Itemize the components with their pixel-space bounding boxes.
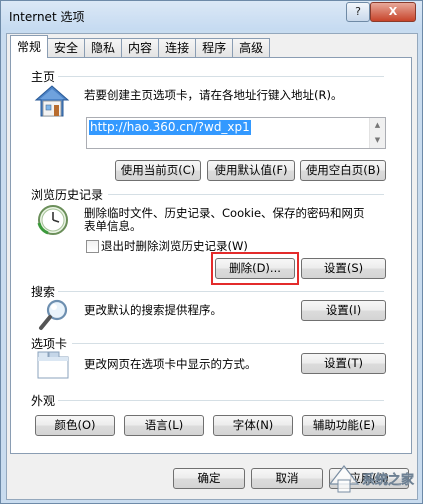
scroll-down-icon[interactable]: ▼: [370, 133, 385, 148]
magnifier-icon: [39, 299, 68, 330]
watermark-text: 系统之家: [362, 472, 415, 488]
close-button[interactable]: X: [370, 2, 416, 22]
appearance-section-label: 外观: [31, 394, 56, 408]
home-url-input[interactable]: http://hao.360.cn/?wd_xp1 ▲ ▼: [86, 117, 386, 149]
help-button[interactable]: ?: [346, 2, 370, 22]
tab-security[interactable]: 安全: [47, 38, 86, 58]
home-url-text: http://hao.360.cn/?wd_xp1: [89, 120, 251, 135]
accessibility-button[interactable]: 辅助功能(E): [302, 415, 386, 436]
fonts-button[interactable]: 字体(N): [213, 415, 293, 436]
scroll-up-icon[interactable]: ▲: [370, 118, 385, 133]
home-divider: [58, 76, 384, 77]
appearance-divider: [58, 400, 384, 401]
ok-button[interactable]: 确定: [173, 468, 245, 489]
tab-advanced[interactable]: 高级: [232, 38, 271, 58]
tab-programs[interactable]: 程序: [195, 38, 234, 58]
history-section-label: 浏览历史记录: [31, 188, 104, 202]
tabs-divider: [72, 343, 384, 344]
history-description-line2: 表单信息。: [84, 219, 142, 233]
languages-button[interactable]: 语言(L): [124, 415, 204, 436]
home-description: 若要创建主页选项卡，请在各地址行键入地址(R)。: [84, 88, 343, 102]
use-blank-button[interactable]: 使用空白页(B): [300, 160, 386, 181]
highlight-box: [211, 252, 299, 285]
history-divider: [108, 194, 384, 195]
history-settings-button[interactable]: 设置(S): [301, 258, 386, 279]
delete-on-exit-checkbox[interactable]: [86, 240, 99, 253]
history-description-line1: 删除临时文件、历史记录、Cookie、保存的密码和网页: [84, 206, 365, 220]
delete-on-exit-label[interactable]: 退出时删除浏览历史记录(W): [101, 239, 248, 253]
search-divider: [58, 291, 384, 292]
use-current-button[interactable]: 使用当前页(C): [115, 160, 201, 181]
house-icon: [34, 85, 70, 117]
tab-connections[interactable]: 连接: [158, 38, 197, 58]
cancel-button[interactable]: 取消: [251, 468, 323, 489]
window-title: Internet 选项: [9, 10, 85, 24]
title-bar: Internet 选项 ? X: [1, 1, 422, 31]
tabs-settings-button[interactable]: 设置(T): [301, 353, 386, 374]
home-section-label: 主页: [31, 70, 56, 84]
url-scrollbar[interactable]: ▲ ▼: [369, 118, 385, 148]
tab-content[interactable]: 内容: [121, 38, 160, 58]
colors-button[interactable]: 颜色(O): [35, 415, 115, 436]
tab-privacy[interactable]: 隐私: [84, 38, 123, 58]
tabbed-window-icon: [37, 351, 69, 379]
history-clock-icon: [37, 205, 68, 235]
tabs-description: 更改网页在选项卡中显示的方式。: [84, 357, 257, 371]
search-settings-button[interactable]: 设置(I): [301, 300, 386, 321]
tab-general[interactable]: 常规: [10, 35, 49, 58]
search-description: 更改默认的搜索提供程序。: [84, 303, 222, 317]
watermark-logo: 系统之家: [328, 465, 415, 493]
use-default-button[interactable]: 使用默认值(F): [207, 160, 295, 181]
tab-strip: 常规 安全 隐私 内容 连接 程序 高级: [10, 35, 271, 58]
